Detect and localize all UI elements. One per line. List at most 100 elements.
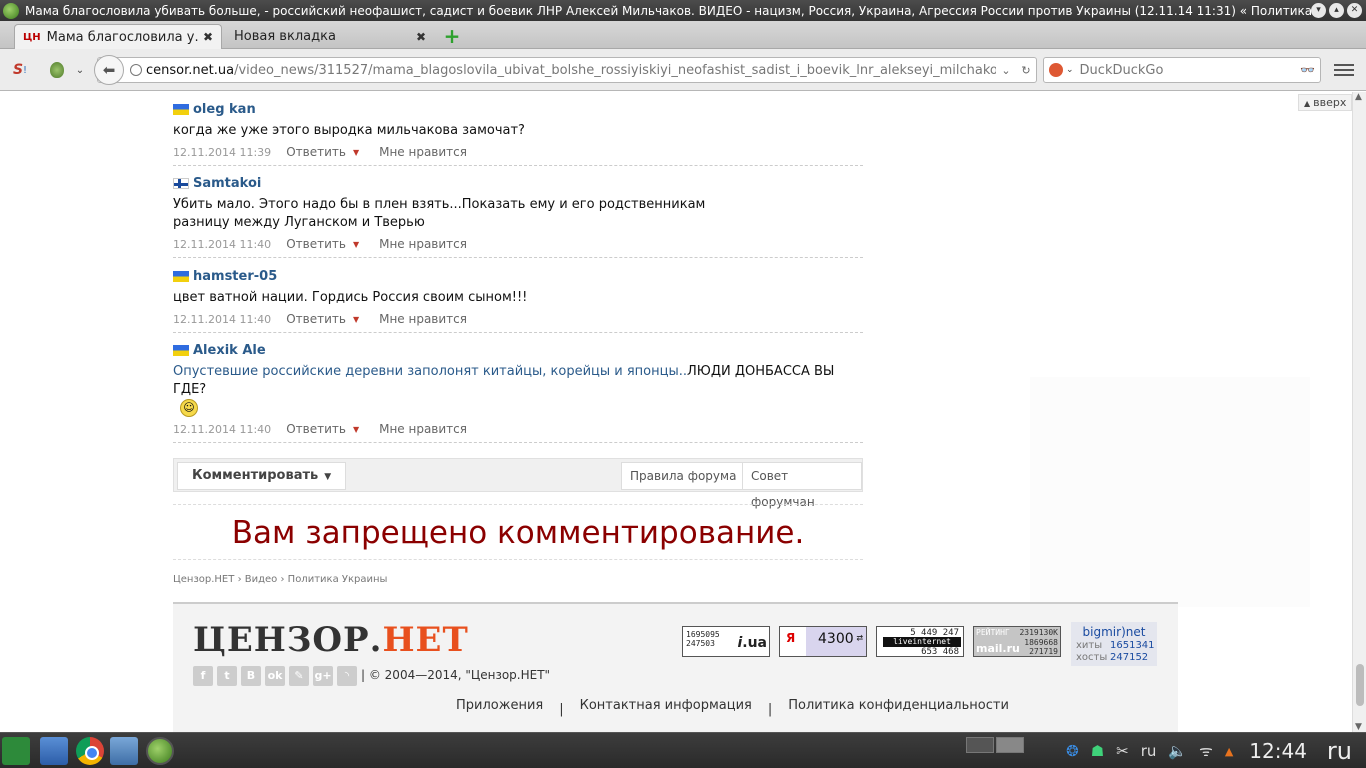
desktop-pager-2[interactable] xyxy=(996,737,1024,753)
scroll-down-arrow-icon[interactable]: ▼ xyxy=(1355,722,1362,732)
footer-link-privacy[interactable]: Политика конфиденциальности xyxy=(788,698,1009,713)
mailru-counter[interactable]: РЕЙТИНГ 2319130K 1869668 271719 mail.ru xyxy=(973,626,1061,657)
window-titlebar: Мама благословила убивать больше, - росс… xyxy=(0,0,1366,21)
window-manager-icon[interactable] xyxy=(110,737,138,765)
caret-down-icon[interactable]: ▼ xyxy=(353,425,359,434)
twitter-icon[interactable]: t xyxy=(217,666,237,686)
like-link[interactable]: Мне нравится xyxy=(379,312,467,326)
comment-text: цвет ватной нации. Гордись Россия своим … xyxy=(173,290,528,305)
vkontakte-icon[interactable]: B xyxy=(241,666,261,686)
caret-down-icon: ▼ xyxy=(324,472,332,482)
yandex-counter[interactable]: Я 4300 ⇄ xyxy=(779,626,867,657)
google-plus-icon[interactable]: g+ xyxy=(313,666,333,686)
refresh-icon: ⇄ xyxy=(856,631,863,644)
volume-icon[interactable]: 🔈 xyxy=(1168,742,1187,760)
language-indicator[interactable]: ru xyxy=(1327,737,1352,765)
close-tab-icon[interactable]: ✖ xyxy=(416,30,426,44)
forum-advice-button[interactable]: Совет форумчан xyxy=(742,462,862,509)
minimize-button[interactable]: ▾ xyxy=(1311,3,1326,18)
footer-links: Приложения | Контактная информация | Пол… xyxy=(456,698,1009,717)
close-tab-icon[interactable]: ✖ xyxy=(203,30,213,44)
comment-dropdown-button[interactable]: Комментировать ▼ xyxy=(177,462,347,490)
livejournal-icon[interactable]: ✎ xyxy=(289,666,309,686)
caret-down-icon[interactable]: ▼ xyxy=(353,240,359,249)
scroll-up-button[interactable]: ▲ вверх xyxy=(1298,94,1352,111)
firefox-icon[interactable] xyxy=(146,737,174,765)
url-bar[interactable]: ⬅ censor.net.ua/video_news/311527/mama_b… xyxy=(94,55,1037,85)
tab-censor[interactable]: ЦН Мама благословила у... ✖ xyxy=(14,24,222,49)
url-text[interactable]: censor.net.ua/video_news/311527/mama_bla… xyxy=(146,63,996,78)
file-manager-icon[interactable] xyxy=(40,737,68,765)
system-tray: ❂ ☗ ✂ ru 🔈 ᯤ ▲ 12:44 ru xyxy=(1060,733,1366,768)
breadcrumb-home[interactable]: Цензор.НЕТ xyxy=(173,574,234,585)
reply-link[interactable]: Ответить xyxy=(286,145,346,159)
footer-link-apps[interactable]: Приложения xyxy=(456,698,543,713)
reply-link[interactable]: Ответить xyxy=(286,422,346,436)
like-link[interactable]: Мне нравится xyxy=(379,237,467,251)
close-window-button[interactable]: ✕ xyxy=(1347,3,1362,18)
ukraine-flag-icon xyxy=(173,103,189,115)
iua-counter[interactable]: 1695095 247503 i.ua xyxy=(682,626,770,657)
onion-addon-icon[interactable] xyxy=(46,58,68,82)
tray-expand-icon[interactable]: ▲ xyxy=(1225,745,1233,758)
chrome-icon[interactable] xyxy=(76,737,104,765)
tab-new[interactable]: Новая вкладка ✖ xyxy=(226,24,434,49)
breadcrumb-politics[interactable]: Политика Украины xyxy=(288,574,388,585)
reply-link[interactable]: Ответить xyxy=(286,237,346,251)
comment-date: 12.11.2014 11:40 xyxy=(173,237,272,251)
page-content: ▲ вверх oleg kan когда же уже этого вырод… xyxy=(0,92,1352,732)
keyboard-layout[interactable]: ru xyxy=(1141,742,1157,760)
odnoklassniki-icon[interactable]: ok xyxy=(265,666,285,686)
censor-logo[interactable]: ЦЕНЗОР.НЕТ xyxy=(193,620,469,660)
ukraine-flag-icon xyxy=(173,270,189,282)
back-arrow-icon[interactable]: ⬅ xyxy=(94,55,124,85)
reply-link[interactable]: Ответить xyxy=(286,312,346,326)
comment-date: 12.11.2014 11:39 xyxy=(173,145,272,159)
reload-icon[interactable]: ↻ xyxy=(1021,64,1030,77)
clock[interactable]: 12:44 xyxy=(1249,739,1307,763)
scroll-up-arrow-icon[interactable]: ▲ xyxy=(1355,92,1362,102)
chevron-down-icon[interactable]: ⌄ xyxy=(1066,65,1074,75)
binoculars-icon[interactable]: 👓 xyxy=(1300,63,1315,77)
comment-date: 12.11.2014 11:40 xyxy=(173,312,272,326)
caret-down-icon[interactable]: ▼ xyxy=(353,315,359,324)
scrollbar-thumb[interactable] xyxy=(1356,664,1364,706)
s-addon-icon[interactable]: S! xyxy=(8,58,32,82)
tools-icon[interactable]: ✂ xyxy=(1116,742,1129,760)
breadcrumb-video[interactable]: Видео xyxy=(245,574,278,585)
facebook-icon[interactable]: f xyxy=(193,666,213,686)
caret-down-icon[interactable]: ▼ xyxy=(353,148,359,157)
navigation-toolbar: S! ⌄ ⬅ censor.net.ua/video_news/311527/m… xyxy=(0,49,1366,91)
site-footer: ЦЕНЗОР.НЕТ f t B ok ✎ g+ ◝ | © 2004—2014… xyxy=(173,602,1178,732)
comment-author[interactable]: Samtakoi xyxy=(193,176,261,191)
social-links: f t B ok ✎ g+ ◝ xyxy=(193,666,357,686)
faded-sidebar-widget xyxy=(1030,377,1310,607)
like-link[interactable]: Мне нравится xyxy=(379,422,467,436)
like-link[interactable]: Мне нравится xyxy=(379,145,467,159)
chevron-down-icon[interactable]: ⌄ xyxy=(1001,64,1010,77)
rss-icon[interactable]: ◝ xyxy=(337,666,357,686)
search-input[interactable]: DuckDuckGo xyxy=(1080,63,1301,78)
new-tab-plus-icon[interactable]: + xyxy=(442,26,462,47)
comment-author[interactable]: hamster-05 xyxy=(193,269,277,284)
desktop-pager-1[interactable] xyxy=(966,737,994,753)
search-bar[interactable]: ⌄ DuckDuckGo 👓 xyxy=(1043,57,1321,83)
duckduckgo-icon[interactable] xyxy=(1049,63,1063,77)
maximize-button[interactable]: ▴ xyxy=(1329,3,1344,18)
hamburger-menu-icon[interactable] xyxy=(1334,61,1354,79)
comment-link[interactable]: Опустевшие российские деревни заполонят … xyxy=(173,364,687,379)
smile-emoticon-icon: ☺ xyxy=(180,399,198,417)
copyright: | © 2004—2014, "Цензор.НЕТ" xyxy=(361,668,551,682)
wifi-icon[interactable]: ᯤ xyxy=(1199,741,1213,761)
chevron-down-icon[interactable]: ⌄ xyxy=(72,58,88,82)
liveinternet-counter[interactable]: 5 449 247 liveinternet 653 468 xyxy=(876,626,964,657)
forum-rules-button[interactable]: Правила форума xyxy=(621,462,746,490)
comment-author[interactable]: oleg kan xyxy=(193,102,256,117)
start-menu-icon[interactable] xyxy=(2,737,30,765)
bigmir-counter[interactable]: bigmir)net хиты 1651341 хосты 247152 xyxy=(1071,622,1157,666)
footer-link-contacts[interactable]: Контактная информация xyxy=(580,698,752,713)
comment-author[interactable]: Alexik Ale xyxy=(193,343,266,358)
ghost-icon[interactable]: ☗ xyxy=(1091,742,1104,760)
page-scrollbar[interactable]: ▲ ▼ xyxy=(1352,92,1366,732)
network-swirl-icon[interactable]: ❂ xyxy=(1066,742,1079,760)
